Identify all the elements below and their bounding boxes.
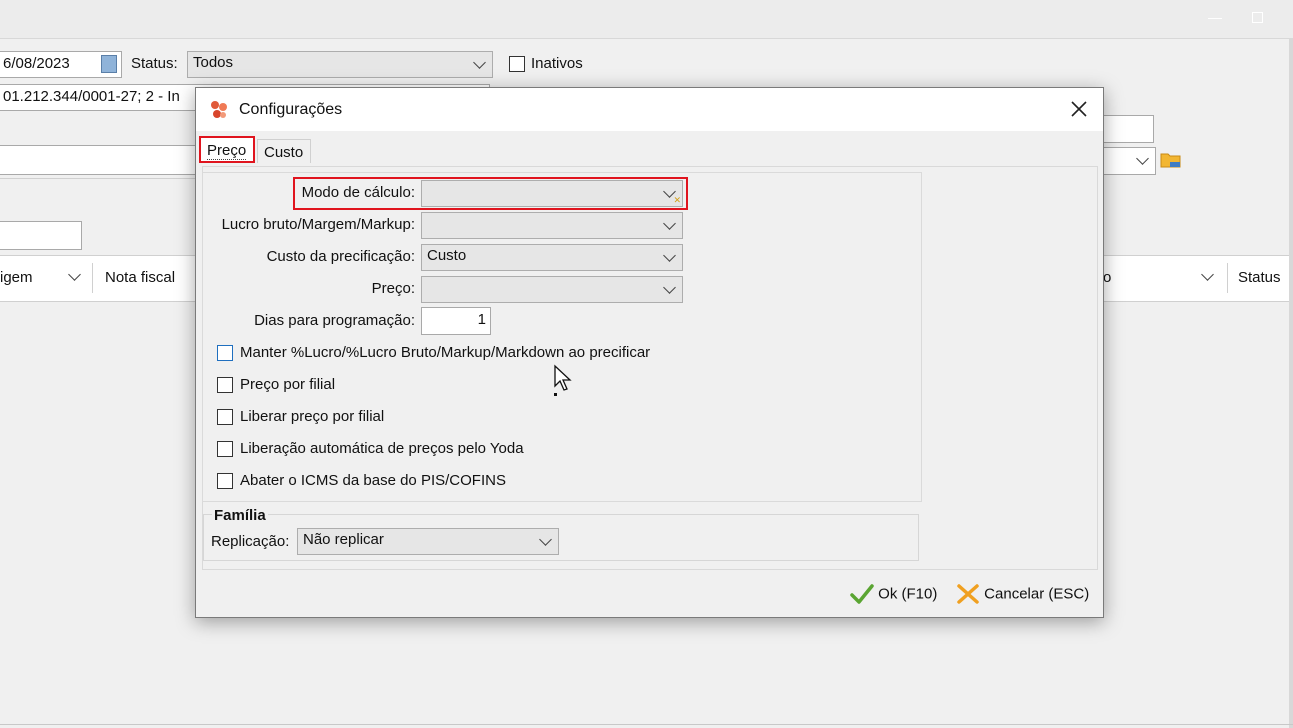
grid-col-nota-fiscal[interactable]: Nota fiscal: [105, 269, 175, 286]
liberar-preco-filial-checkbox[interactable]: [217, 409, 233, 425]
dias-input[interactable]: 1: [421, 307, 491, 335]
modo-calculo-label: Modo de cálculo:: [301, 184, 415, 201]
abater-icms-checkbox[interactable]: [217, 473, 233, 489]
lucro-label: Lucro bruto/Margem/Markup:: [221, 216, 415, 233]
cancel-x-icon: [957, 584, 979, 604]
ok-button-label: Ok (F10): [878, 585, 938, 603]
chevron-down-icon: [663, 280, 676, 294]
inativos-checkbox[interactable]: [509, 56, 525, 72]
inativos-label: Inativos: [531, 55, 583, 72]
date-value: 6/08/2023: [3, 55, 70, 72]
lucro-select[interactable]: [421, 212, 683, 239]
chevron-down-icon: [663, 216, 676, 230]
preco-filial-checkbox[interactable]: [217, 377, 233, 393]
custo-precificacao-label: Custo da precificação:: [266, 248, 415, 265]
column-separator: [92, 263, 93, 293]
replicacao-label: Replicação:: [211, 533, 290, 550]
close-icon[interactable]: [1068, 98, 1090, 120]
mouse-cursor-icon: [553, 364, 573, 394]
modo-calculo-select[interactable]: ✕: [421, 180, 683, 207]
preco-label: Preço:: [371, 280, 415, 297]
chevron-down-icon: [1136, 152, 1149, 165]
cancel-button[interactable]: Cancelar (ESC): [956, 583, 1089, 609]
tab-custo[interactable]: Custo: [257, 139, 311, 163]
custo-precificacao-value: Custo: [427, 247, 467, 264]
preco-select[interactable]: [421, 276, 683, 303]
cancel-button-label: Cancelar (ESC): [984, 585, 1090, 603]
chevron-down-icon: [663, 248, 676, 262]
dias-value: 1: [477, 311, 486, 328]
tab-preco-label: Preço: [207, 142, 247, 160]
dialog-title: Configurações: [239, 101, 343, 118]
abater-icms-label[interactable]: Abater o ICMS da base do PIS/COFINS: [240, 472, 506, 489]
chevron-down-icon: [473, 55, 486, 69]
status-select[interactable]: Todos: [187, 51, 493, 78]
company-value: 01.212.344/0001-27; 2 - In: [3, 88, 180, 105]
tab-preco[interactable]: Preço: [199, 136, 255, 163]
grid-col-status[interactable]: Status: [1238, 269, 1281, 286]
replicacao-select[interactable]: Não replicar: [297, 528, 559, 555]
window-titlebar: [0, 0, 1293, 39]
checkmark-icon: [850, 584, 874, 604]
maximize-icon[interactable]: [1252, 12, 1263, 23]
chevron-down-icon: [539, 532, 552, 546]
required-marker-icon: ✕: [673, 195, 681, 205]
preco-filial-label[interactable]: Preço por filial: [240, 376, 335, 393]
status-value: Todos: [193, 54, 234, 71]
replicacao-value: Não replicar: [303, 531, 384, 548]
cursor-dot: [554, 393, 557, 396]
ok-button[interactable]: Ok (F10): [850, 583, 937, 609]
grid-col-origem[interactable]: igem: [0, 269, 33, 286]
minimize-icon[interactable]: —: [1208, 10, 1222, 24]
familia-title: Família: [212, 507, 268, 524]
app-logo-icon: [208, 99, 230, 121]
liberar-preco-filial-label[interactable]: Liberar preço por filial: [240, 408, 384, 425]
status-label: Status:: [131, 55, 178, 72]
column-separator: [1227, 263, 1228, 293]
dias-label: Dias para programação:: [254, 312, 415, 329]
tab-custo-label: Custo: [264, 144, 304, 161]
divider: [0, 178, 200, 179]
right-combo[interactable]: [1098, 147, 1156, 175]
grid-col-partial[interactable]: o: [1103, 269, 1111, 286]
configuracoes-dialog: Configurações Preço Custo Modo de cálcul…: [195, 87, 1104, 618]
custo-precificacao-select[interactable]: Custo: [421, 244, 683, 271]
manter-lucro-checkbox[interactable]: [217, 345, 233, 361]
code-field[interactable]: [0, 221, 82, 250]
filter-field[interactable]: [0, 145, 198, 175]
liberacao-automatica-label[interactable]: Liberação automática de preços pelo Yoda: [240, 440, 524, 457]
right-field[interactable]: [1098, 115, 1154, 143]
scrollbar[interactable]: [1289, 39, 1293, 728]
bottom-border: [0, 724, 1293, 725]
calendar-icon[interactable]: [101, 55, 117, 73]
manter-lucro-label[interactable]: Manter %Lucro/%Lucro Bruto/Markup/Markdo…: [240, 344, 650, 361]
folder-icon[interactable]: [1160, 150, 1182, 170]
liberacao-automatica-checkbox[interactable]: [217, 441, 233, 457]
